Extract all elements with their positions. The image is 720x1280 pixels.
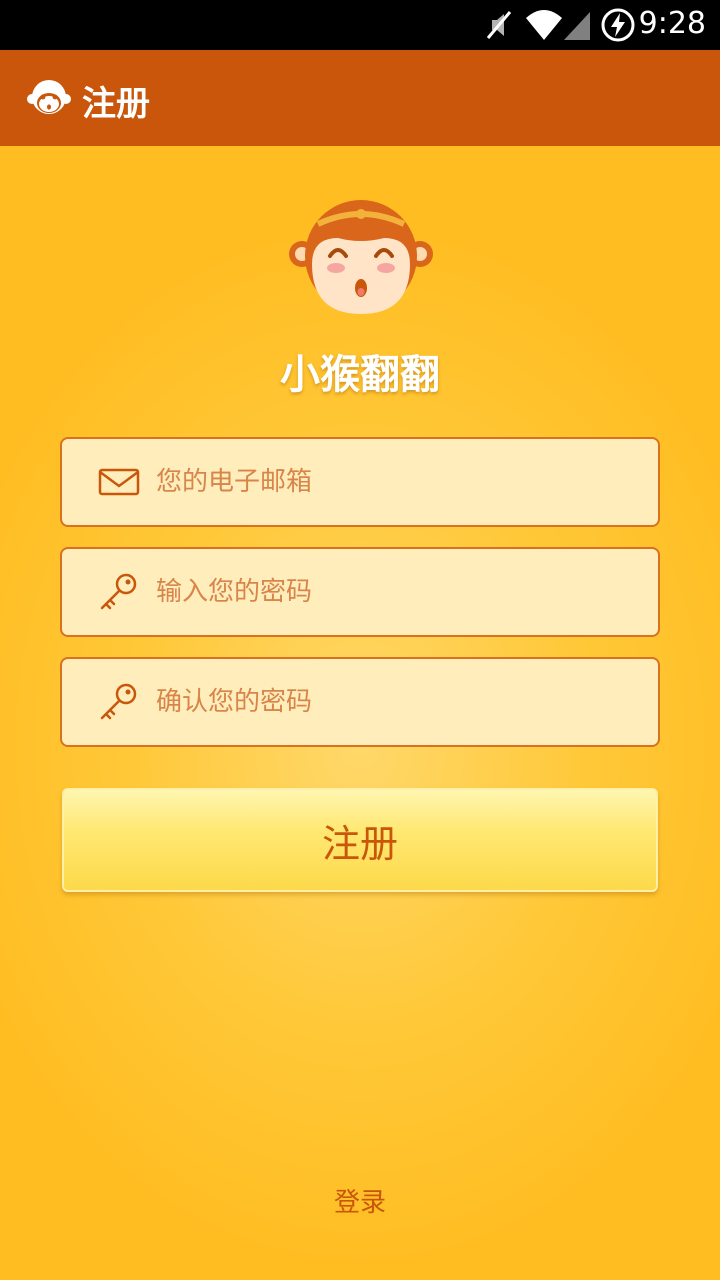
login-link[interactable]: 登录 bbox=[0, 1182, 720, 1219]
app-name: 小猴翻翻 bbox=[280, 352, 440, 398]
status-bar: 9:28 bbox=[0, 0, 720, 50]
key-icon bbox=[100, 573, 137, 610]
email-input[interactable] bbox=[156, 439, 636, 525]
password-field[interactable] bbox=[60, 547, 660, 637]
password-input[interactable] bbox=[156, 549, 636, 635]
key-icon bbox=[100, 683, 137, 720]
monkey-face-logo bbox=[289, 200, 433, 314]
confirm-password-field[interactable] bbox=[60, 657, 660, 747]
envelope-icon bbox=[98, 468, 140, 496]
email-field[interactable] bbox=[60, 437, 660, 527]
main-content: 小猴翻翻 注册 登录 bbox=[0, 146, 720, 1280]
battery-charging-icon bbox=[601, 8, 635, 42]
page-title: 注册 bbox=[82, 84, 150, 124]
clock: 9:28 bbox=[638, 6, 706, 41]
confirm-password-input[interactable] bbox=[156, 659, 636, 745]
monkey-logo-icon[interactable] bbox=[26, 77, 72, 117]
wifi-icon bbox=[526, 10, 562, 40]
mute-icon bbox=[486, 11, 512, 39]
action-bar: 注册 bbox=[0, 50, 720, 146]
register-button[interactable]: 注册 bbox=[62, 788, 658, 892]
signal-icon bbox=[564, 12, 590, 40]
